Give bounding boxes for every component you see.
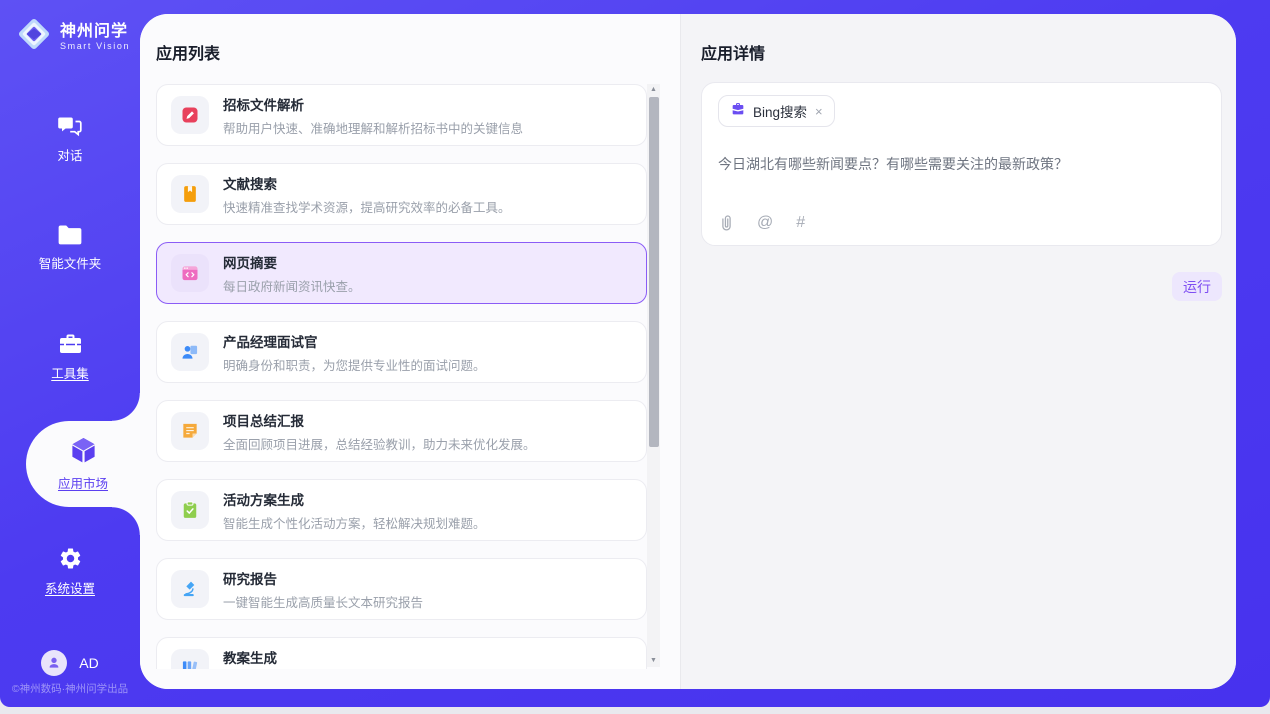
app-card-title: 文献搜索 xyxy=(223,173,511,193)
app-card-title: 产品经理面试官 xyxy=(223,331,486,351)
run-button[interactable]: 运行 xyxy=(1172,272,1222,301)
toolbox-icon xyxy=(0,332,140,356)
purple-frame: 神州问学 Smart Vision 对话 xyxy=(0,0,1270,707)
app-list-scrollbar[interactable]: ▲ ▼ xyxy=(647,84,660,667)
app-card-desc: 帮助用户快速、准确地理解和解析招标书中的关键信息 xyxy=(223,118,523,137)
sidebar-item-label: 工具集 xyxy=(0,363,140,382)
plan-clipboard-icon xyxy=(171,491,209,529)
chip-close-icon[interactable]: × xyxy=(815,104,823,119)
mention-at-icon[interactable]: @ xyxy=(757,214,773,232)
tool-chip-label: Bing搜索 xyxy=(753,101,807,121)
user-account[interactable]: AD xyxy=(0,650,140,676)
cube-icon xyxy=(26,435,140,466)
sidebar-item-chat[interactable]: 对话 xyxy=(0,114,140,164)
folder-icon xyxy=(0,224,140,246)
app-detail-panel: 应用详情 Bing搜索 × 今日湖北有哪些新闻要点？有哪些需要关注的最新政策？ xyxy=(681,14,1236,689)
app-card-title: 研究报告 xyxy=(223,568,423,588)
app-card-desc: 全面回顾项目进展，总结经验教训，助力未来优化发展。 xyxy=(223,434,536,453)
briefcase-icon xyxy=(730,101,746,122)
app-card-title: 招标文件解析 xyxy=(223,94,523,114)
app-detail-title: 应用详情 xyxy=(701,40,765,64)
gear-icon xyxy=(0,546,140,571)
gem-logo-icon xyxy=(16,16,52,57)
app-card-research-report[interactable]: 研究报告 一键智能生成高质量长文本研究报告 xyxy=(156,558,647,620)
app-list-title: 应用列表 xyxy=(156,40,220,64)
app-window: 神州问学 Smart Vision 对话 xyxy=(0,0,1270,714)
prompt-text[interactable]: 今日湖北有哪些新闻要点？有哪些需要关注的最新政策？ xyxy=(718,154,1205,174)
sidebar-item-toolset[interactable]: 工具集 xyxy=(0,332,140,382)
app-card-webpage-summary[interactable]: 网页摘要 每日政府新闻资讯快查。 xyxy=(156,242,647,304)
app-card-desc: 快速精准查找学术资源，提高研究效率的必备工具。 xyxy=(223,197,511,216)
sidebar-item-label: 智能文件夹 xyxy=(0,253,140,272)
app-card-lesson-plan[interactable]: 教案生成 模板驱动，教案秒成，教学准备从此轻松快捷 xyxy=(156,637,647,669)
app-card-desc: 一键智能生成高质量长文本研究报告 xyxy=(223,592,423,611)
scrollbar-thumb[interactable] xyxy=(649,97,659,447)
hashtag-icon[interactable]: # xyxy=(796,214,805,232)
app-card-title: 网页摘要 xyxy=(223,252,361,272)
app-card-pm-interviewer[interactable]: 产品经理面试官 明确身份和职责，为您提供专业性的面试问题。 xyxy=(156,321,647,383)
brand-logo: 神州问学 Smart Vision xyxy=(0,0,140,57)
app-card-desc: 智能生成个性化活动方案，轻松解决规划难题。 xyxy=(223,513,486,532)
sidebar-item-label: 应用市场 xyxy=(26,473,140,492)
sidebar-item-label: 系统设置 xyxy=(0,578,140,597)
bid-document-edit-icon xyxy=(171,96,209,134)
app-card-bid-parse[interactable]: 招标文件解析 帮助用户快速、准确地理解和解析招标书中的关键信息 xyxy=(156,84,647,146)
sidebar: 神州问学 Smart Vision 对话 xyxy=(0,0,140,707)
chat-icon xyxy=(0,114,140,138)
app-card-literature-search[interactable]: 文献搜索 快速精准查找学术资源，提高研究效率的必备工具。 xyxy=(156,163,647,225)
main-content: 应用列表 招标文件解析 帮助用户快速、准确地理解和解析招标书中的关键信息 xyxy=(140,14,1236,689)
app-card-desc: 每日政府新闻资讯快查。 xyxy=(223,276,361,295)
app-list-scroll-area: 招标文件解析 帮助用户快速、准确地理解和解析招标书中的关键信息 文 xyxy=(156,84,647,669)
lesson-books-icon xyxy=(171,649,209,669)
brand-title: 神州问学 xyxy=(60,23,130,41)
attachment-paperclip-icon[interactable] xyxy=(719,214,734,232)
app-card-title: 项目总结汇报 xyxy=(223,410,536,430)
sidebar-item-label: 对话 xyxy=(0,145,140,164)
research-microscope-icon xyxy=(171,570,209,608)
tool-chip-bing-search[interactable]: Bing搜索 × xyxy=(718,95,835,127)
scrollbar-down-icon[interactable]: ▼ xyxy=(647,655,660,667)
composer-toolbar: @ # xyxy=(719,214,805,232)
app-card-desc: 明确身份和职责，为您提供专业性的面试问题。 xyxy=(223,355,486,374)
scrollbar-up-icon[interactable]: ▲ xyxy=(647,84,660,96)
user-name: AD xyxy=(79,655,98,671)
webpage-code-icon xyxy=(171,254,209,292)
sidebar-item-smart-folder[interactable]: 智能文件夹 xyxy=(0,224,140,272)
app-card-project-summary[interactable]: 项目总结汇报 全面回顾项目进展，总结经验教训，助力未来优化发展。 xyxy=(156,400,647,462)
interviewer-person-icon xyxy=(171,333,209,371)
literature-book-icon xyxy=(171,175,209,213)
brand-subtitle: Smart Vision xyxy=(60,41,130,51)
brand-text: 神州问学 Smart Vision xyxy=(60,23,130,51)
app-list-panel: 应用列表 招标文件解析 帮助用户快速、准确地理解和解析招标书中的关键信息 xyxy=(140,14,681,689)
sidebar-item-settings[interactable]: 系统设置 xyxy=(0,546,140,597)
sidebar-item-app-market[interactable]: 应用市场 xyxy=(26,421,140,507)
summary-note-icon xyxy=(171,412,209,450)
prompt-composer[interactable]: Bing搜索 × 今日湖北有哪些新闻要点？有哪些需要关注的最新政策？ @ # xyxy=(701,82,1222,246)
app-card-title: 活动方案生成 xyxy=(223,489,486,509)
app-card-title: 教案生成 xyxy=(223,647,473,667)
app-card-activity-plan[interactable]: 活动方案生成 智能生成个性化活动方案，轻松解决规划难题。 xyxy=(156,479,647,541)
avatar xyxy=(41,650,67,676)
copyright-footer: ©神州数码·神州问学出品 xyxy=(0,681,140,696)
